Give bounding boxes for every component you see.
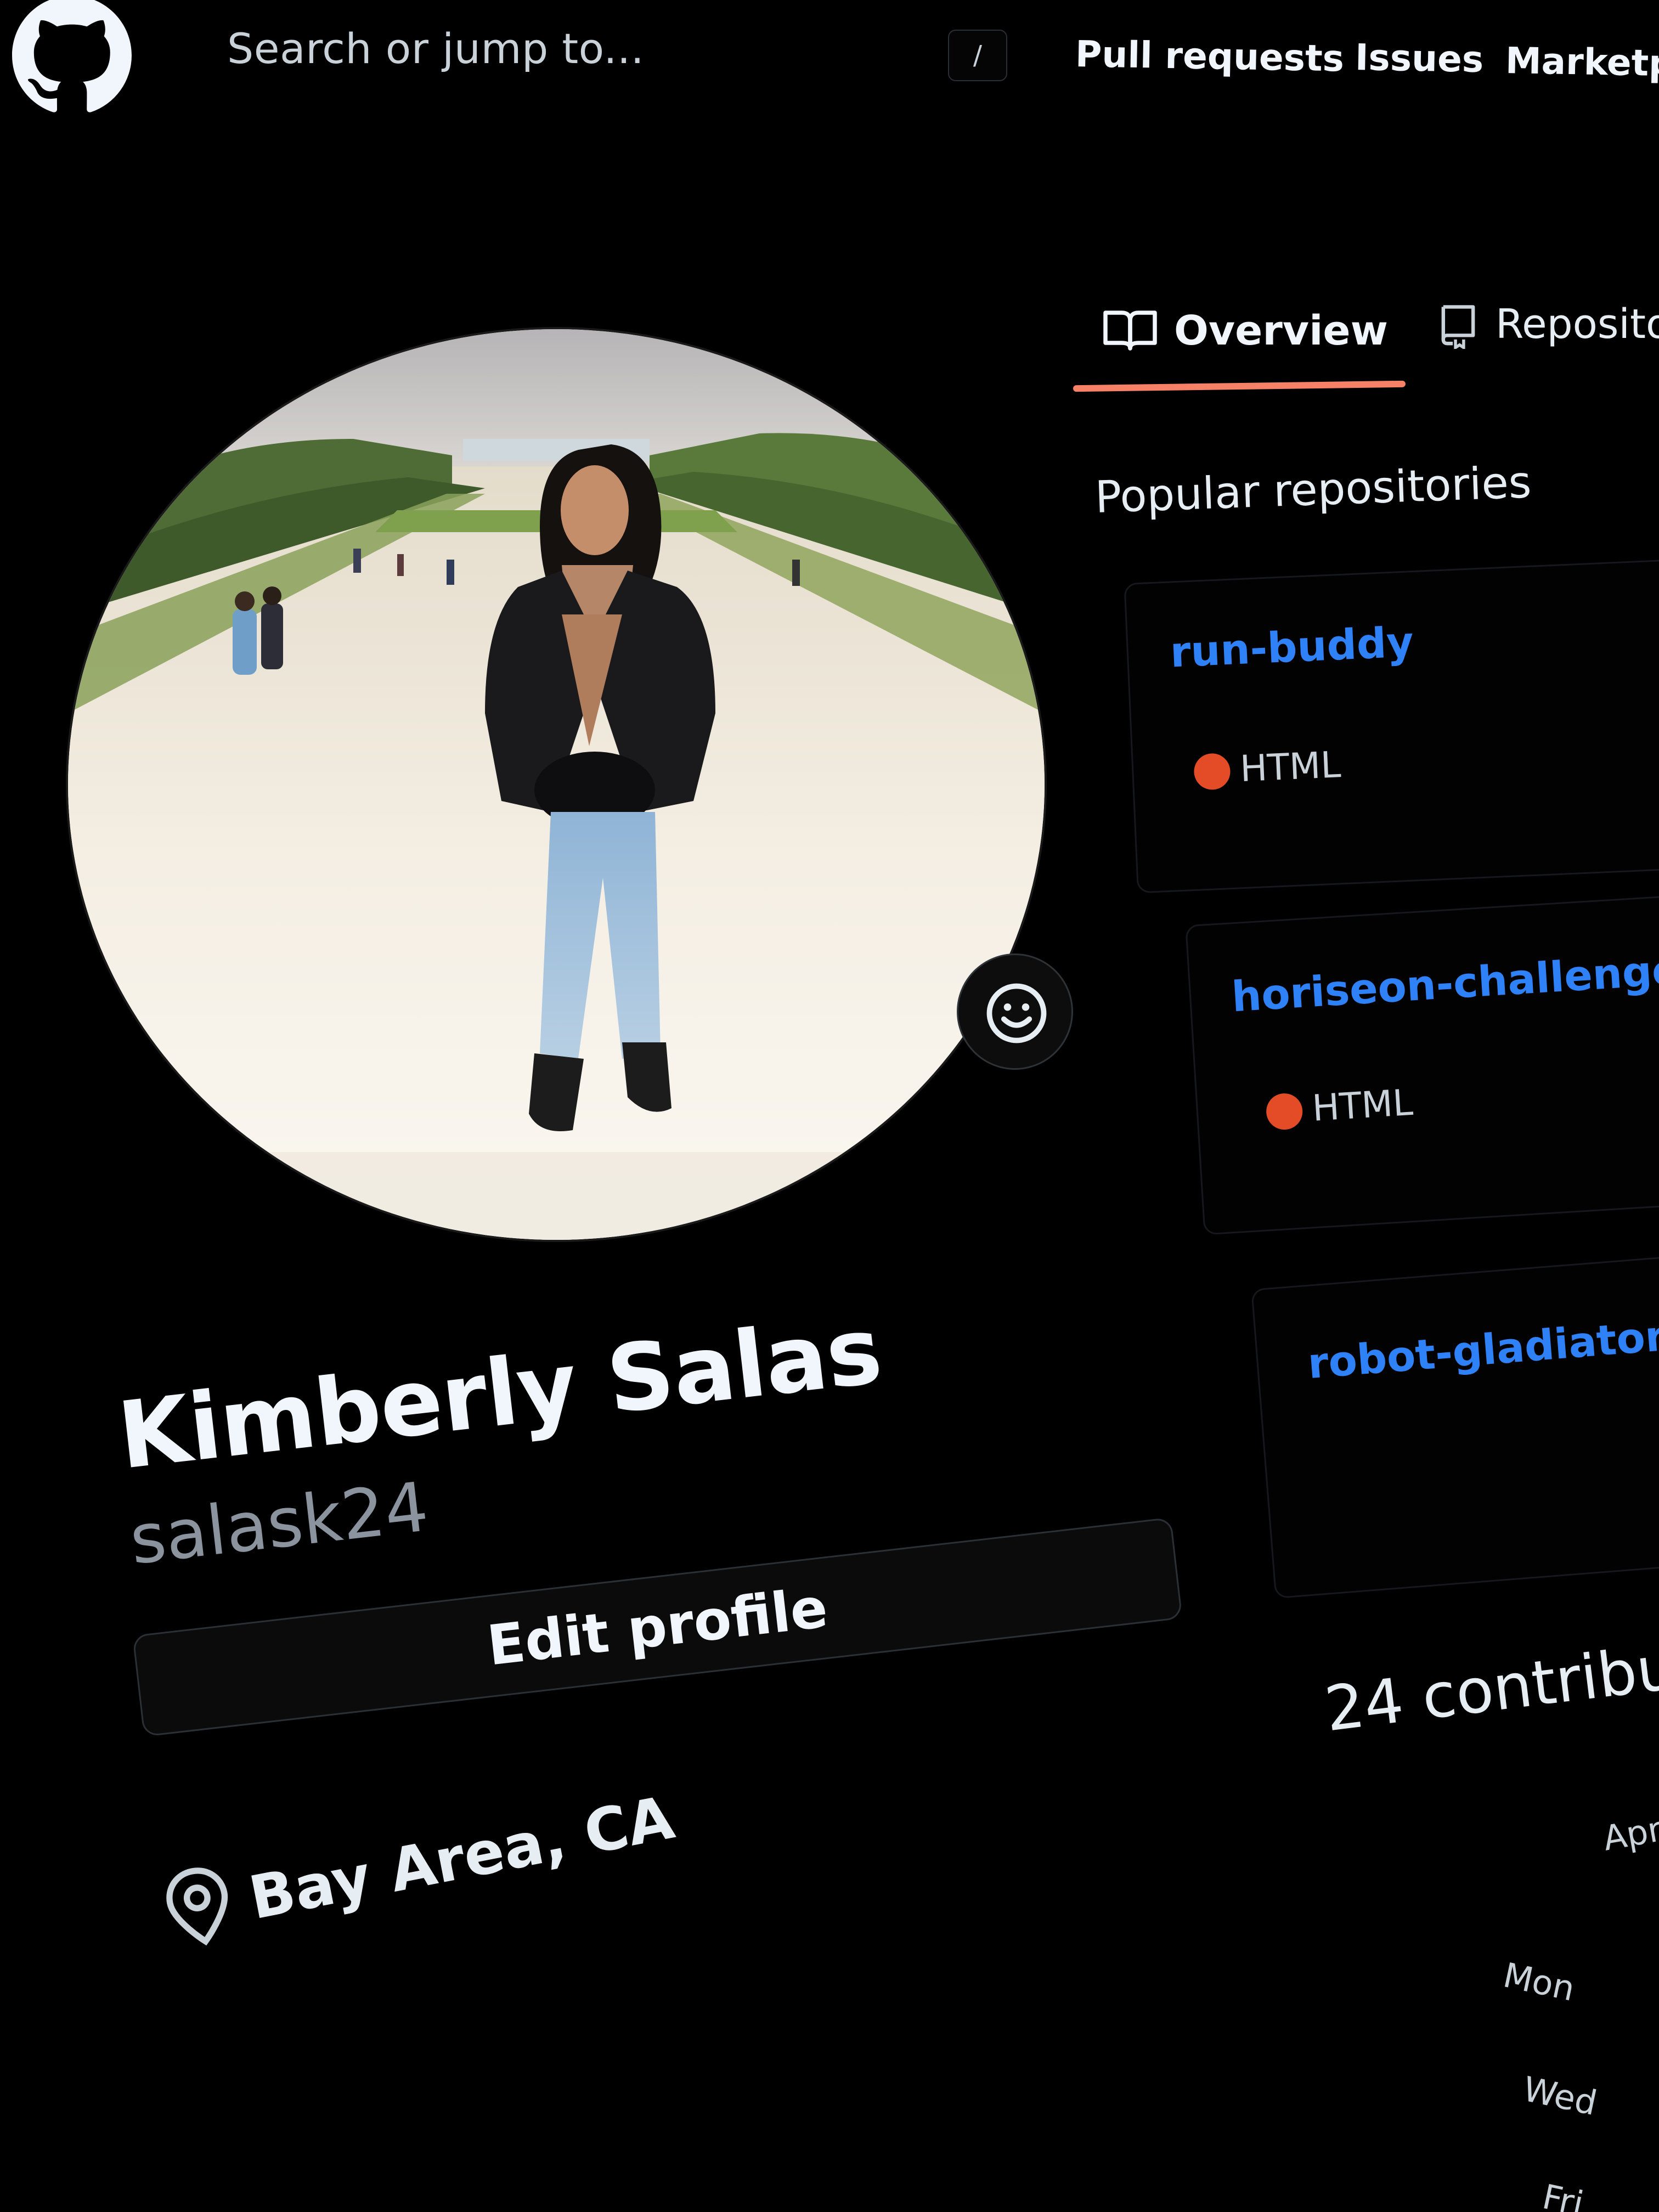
- smiley-icon: [986, 983, 1047, 1043]
- search-input[interactable]: Search or jump to...: [219, 16, 1020, 82]
- nav-issues[interactable]: Issues: [1355, 36, 1483, 81]
- set-status-button[interactable]: [957, 953, 1073, 1070]
- avatar-photo: [68, 329, 1045, 1240]
- global-header: Search or jump to... / Pull requests Iss…: [0, 0, 1659, 112]
- profile-location: Bay Area, CA: [156, 1784, 679, 1963]
- repo-icon: [1441, 305, 1475, 349]
- search-shortcut-key: /: [948, 30, 1007, 81]
- search-placeholder: Search or jump to...: [227, 24, 645, 73]
- language-color-dot: [1193, 753, 1231, 791]
- language-name: HTML: [1311, 1081, 1414, 1130]
- contributions-heading: 24 contributions: [1321, 1613, 1659, 1746]
- book-icon: [1103, 311, 1157, 351]
- github-profile-page: Search or jump to... / Pull requests Iss…: [0, 0, 1659, 2212]
- tab-selected-indicator: [1073, 380, 1406, 392]
- contribution-day-label: Wed: [1519, 2068, 1601, 2124]
- profile-full-name: Kimberly Salas: [112, 1296, 887, 1490]
- tab-repositories-label: Repositories: [1496, 301, 1659, 348]
- language-color-dot: [1265, 1092, 1304, 1131]
- repo-link[interactable]: robot-gladiators: [1306, 1310, 1659, 1389]
- repo-link[interactable]: horiseon-challenge-b: [1231, 942, 1659, 1021]
- repo-card: run-buddy HTML: [1124, 547, 1659, 894]
- repo-language: HTML: [1193, 743, 1342, 796]
- location-pin-icon: [166, 1867, 228, 1946]
- repo-link[interactable]: run-buddy: [1169, 617, 1415, 676]
- popular-repositories-heading: Popular repositories: [1094, 456, 1532, 523]
- nav-pull-requests[interactable]: Pull requests: [1075, 33, 1344, 80]
- github-logo-icon[interactable]: [12, 0, 132, 115]
- nav-marketplace[interactable]: Marketplace: [1505, 40, 1659, 86]
- language-name: HTML: [1239, 743, 1342, 791]
- contribution-month-label: Apr: [1600, 1809, 1659, 1859]
- location-text: Bay Area, CA: [244, 1784, 680, 1933]
- contribution-day-label: Mon: [1499, 1955, 1578, 2009]
- repo-card: robot-gladiators: [1251, 1224, 1659, 1599]
- repo-language: HTML: [1265, 1081, 1414, 1136]
- repo-card: horiseon-challenge-b HTML: [1185, 874, 1659, 1235]
- profile-avatar[interactable]: [66, 327, 1047, 1242]
- tab-overview-label: Overview: [1174, 307, 1388, 354]
- contribution-day-label: Fri: [1539, 2176, 1587, 2212]
